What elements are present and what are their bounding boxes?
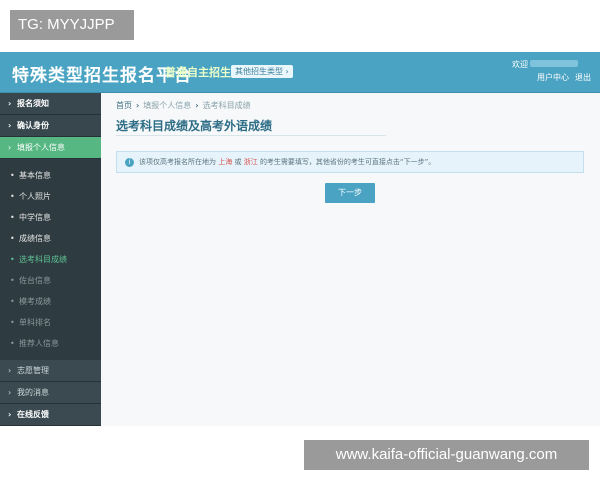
- other-types-button[interactable]: 其他招生类型 ›: [231, 65, 293, 78]
- chevron-right-icon: ›: [8, 366, 12, 375]
- sidebar-sub-label: 单科排名: [19, 318, 51, 327]
- main-content: 首页 › 填报个人信息 › 选考科目成绩 选考科目成绩及高考外语成绩 i 该项仅高考报名所…: [108, 93, 592, 426]
- watermark: www.kaifa-official-guanwang.com: [304, 440, 589, 470]
- sidebar-sub-label: 模考成绩: [19, 297, 51, 306]
- sidebar-sub-label: 中学信息: [19, 213, 51, 222]
- sidebar-item-confirm-identity[interactable]: › 确认身份: [0, 115, 101, 137]
- sidebar-item-label: 填报个人信息: [17, 143, 65, 152]
- chevron-right-icon: ›: [195, 101, 199, 110]
- chevron-right-icon: ›: [8, 143, 12, 152]
- sidebar-sub-label: 选考科目成绩: [19, 255, 67, 264]
- sidebar-item-feedback[interactable]: › 在线反馈: [0, 404, 101, 426]
- sidebar-item-messages[interactable]: › 我的消息: [0, 382, 101, 404]
- header-bar: 特殊类型招生报名平台 普通自主招生 其他招生类型 › 欢迎 用户中心 退出: [0, 52, 600, 93]
- sidebar-item-label: 志愿管理: [17, 366, 49, 375]
- bullet-icon: •: [10, 339, 15, 348]
- info-text-suffix: 的考生需要填写，其他省份的考生可直接点击“下一步”。: [259, 158, 436, 166]
- app-window: 特殊类型招生报名平台 普通自主招生 其他招生类型 › 欢迎 用户中心 退出 › 报名…: [0, 52, 600, 426]
- breadcrumb-item[interactable]: 填报个人信息: [143, 101, 191, 110]
- chevron-right-icon: ›: [8, 121, 12, 130]
- chevron-right-icon: ›: [136, 101, 140, 110]
- page-title: 选考科目成绩及高考外语成绩: [116, 119, 273, 133]
- header-subtitle: 普通自主招生: [165, 66, 231, 79]
- top-links: 用户中心 退出: [537, 72, 597, 83]
- sidebar-item-label: 在线反馈: [17, 410, 49, 419]
- bullet-icon: •: [10, 234, 15, 243]
- info-text-or: 或: [234, 158, 242, 166]
- info-highlight-shanghai: 上海: [218, 158, 233, 166]
- username-redacted: [530, 60, 578, 67]
- sidebar-sub-label: 基本信息: [19, 171, 51, 180]
- bullet-icon: •: [10, 192, 15, 201]
- info-notice: i 该项仅高考报名所在地为 上海 或 浙江 的考生需要填写，其他省份的考生可直接点…: [116, 151, 584, 173]
- sidebar-sub-photo[interactable]: • 个人照片: [0, 186, 101, 207]
- info-highlight-zhejiang: 浙江: [243, 158, 258, 166]
- bullet-icon: •: [10, 318, 15, 327]
- sidebar-sub-label: 推荐人信息: [19, 339, 59, 348]
- sidebar-sub-label: 成绩信息: [19, 234, 51, 243]
- chevron-right-icon: ›: [8, 388, 12, 397]
- welcome-text: 欢迎: [512, 60, 528, 69]
- chevron-right-icon: ›: [8, 99, 12, 108]
- sidebar-sub-elective-scores[interactable]: • 选考科目成绩: [0, 249, 101, 270]
- bullet-icon: •: [10, 255, 15, 264]
- bullet-icon: •: [10, 171, 15, 180]
- sidebar-sub-mock-scores[interactable]: • 模考成绩: [0, 291, 101, 312]
- sidebar-sub-label: 个人照片: [19, 192, 51, 201]
- sidebar-sub-school-info[interactable]: • 中学信息: [0, 207, 101, 228]
- sidebar-sub-extra-info[interactable]: • 佐台信息: [0, 270, 101, 291]
- bullet-icon: •: [10, 213, 15, 222]
- next-step-button[interactable]: 下一步: [325, 183, 375, 203]
- info-icon: i: [125, 157, 134, 167]
- sidebar-sub-basic-info[interactable]: • 基本信息: [0, 165, 101, 186]
- title-divider: [116, 135, 386, 136]
- sidebar-item-notice[interactable]: › 报名须知: [0, 93, 101, 115]
- sidebar-item-label: 确认身份: [17, 121, 49, 130]
- sidebar-sub-subject-rank[interactable]: • 单科排名: [0, 312, 101, 333]
- info-text-prefix: 该项仅高考报名所在地为: [139, 158, 216, 166]
- bullet-icon: •: [10, 297, 15, 306]
- overlay-tag: TG: MYYJJPP: [10, 10, 134, 40]
- breadcrumb-home[interactable]: 首页: [116, 101, 132, 110]
- sidebar-item-label: 我的消息: [17, 388, 49, 397]
- sidebar-sub-score-info[interactable]: • 成绩信息: [0, 228, 101, 249]
- breadcrumb: 首页 › 填报个人信息 › 选考科目成绩: [116, 100, 251, 111]
- sidebar-item-personal-info[interactable]: › 填报个人信息: [0, 137, 101, 159]
- chevron-right-icon: ›: [8, 410, 12, 419]
- bullet-icon: •: [10, 276, 15, 285]
- sidebar-sub-label: 佐台信息: [19, 276, 51, 285]
- user-center-link[interactable]: 用户中心: [537, 73, 569, 82]
- sidebar-sub-referee-info[interactable]: • 推荐人信息: [0, 333, 101, 354]
- sidebar-item-volunteer[interactable]: › 志愿管理: [0, 360, 101, 382]
- sidebar-item-label: 报名须知: [17, 99, 49, 108]
- logout-link[interactable]: 退出: [575, 73, 591, 82]
- sidebar: › 报名须知 › 确认身份 › 填报个人信息 • 基本信息 • 个人照片 • 中学信息 • 成…: [0, 93, 101, 426]
- breadcrumb-current: 选考科目成绩: [202, 101, 251, 110]
